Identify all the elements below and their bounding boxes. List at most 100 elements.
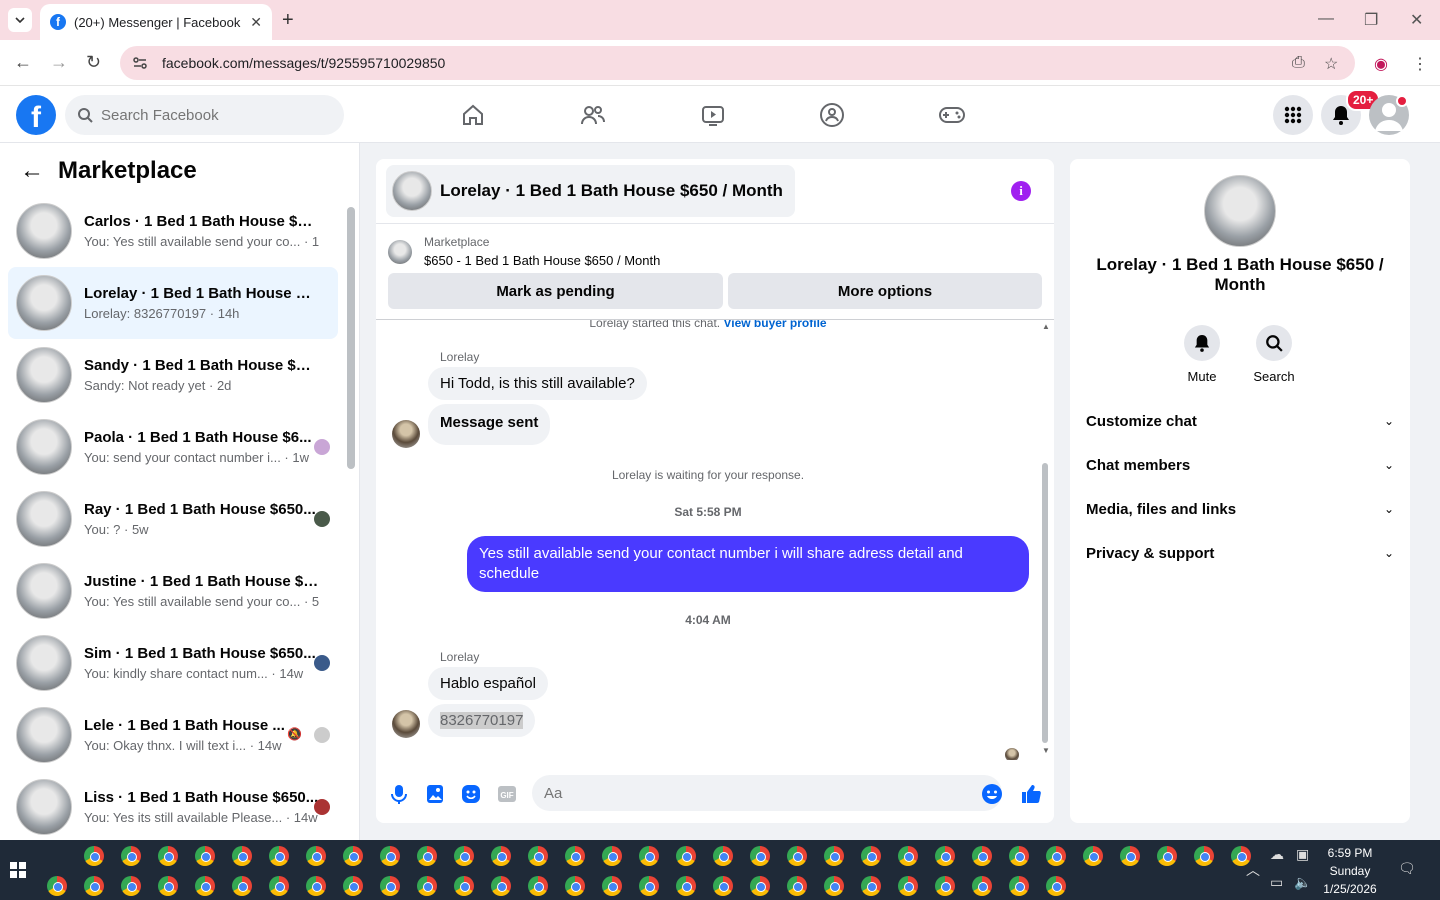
incoming-message[interactable]: Message sent [428, 404, 551, 445]
profile-icon[interactable]: ◉ [1374, 54, 1388, 74]
conversation-item[interactable]: Lele · 1 Bed 1 Bath House ... You: Okay t… [8, 699, 338, 771]
chat-members-menu[interactable]: Chat members ⌄ [1086, 443, 1394, 487]
facebook-logo[interactable]: f [16, 95, 56, 135]
chrome-window-icon[interactable] [121, 876, 141, 896]
chrome-window-icon[interactable] [47, 876, 67, 896]
chrome-window-icon[interactable] [232, 846, 252, 866]
back-icon[interactable]: ← [14, 52, 32, 73]
chrome-window-icon[interactable] [861, 876, 881, 896]
browser-tab[interactable]: f (20+) Messenger | Facebook ✕ [40, 4, 272, 40]
chrome-window-icon[interactable] [565, 876, 585, 896]
tab-search-button[interactable] [8, 8, 32, 32]
onedrive-icon[interactable]: ☁ [1270, 846, 1284, 863]
search-chat-button[interactable]: Search [1244, 325, 1304, 384]
chrome-window-icon[interactable] [972, 876, 992, 896]
search-input[interactable] [101, 106, 321, 124]
chrome-window-icon[interactable] [84, 846, 104, 866]
chrome-window-icon[interactable] [121, 846, 141, 866]
chrome-window-icon[interactable] [417, 876, 437, 896]
chrome-window-icon[interactable] [454, 846, 474, 866]
chrome-window-icon[interactable] [491, 876, 511, 896]
chrome-window-icon[interactable] [861, 846, 881, 866]
meet-icon[interactable]: ▣ [1296, 846, 1309, 863]
install-app-icon[interactable]: ⎙ [1292, 54, 1305, 72]
new-tab-button[interactable]: + [282, 8, 294, 32]
chrome-window-icon[interactable] [158, 846, 178, 866]
chrome-window-icon[interactable] [824, 846, 844, 866]
photo-icon[interactable] [424, 783, 446, 805]
chrome-window-icon[interactable] [713, 846, 733, 866]
chrome-window-icon[interactable] [1009, 876, 1029, 896]
notification-center-icon[interactable]: 🗨 [1398, 860, 1416, 877]
outgoing-message[interactable]: Yes still available send your contact nu… [467, 536, 1029, 592]
chrome-window-icon[interactable] [195, 876, 215, 896]
listing-summary[interactable]: Marketplace $650 - 1 Bed 1 Bath House $6… [388, 235, 660, 268]
chrome-window-icon[interactable] [565, 846, 585, 866]
chrome-window-icon[interactable] [824, 876, 844, 896]
conversation-item[interactable]: Sim · 1 Bed 1 Bath House $650... You: kin… [8, 627, 338, 699]
chrome-window-icon[interactable] [528, 876, 548, 896]
chrome-window-icon[interactable] [528, 846, 548, 866]
chrome-window-icon[interactable] [639, 876, 659, 896]
chrome-window-icon[interactable] [935, 846, 955, 866]
chrome-window-icon[interactable] [602, 876, 622, 896]
chat-scroll-thumb[interactable] [1042, 463, 1048, 743]
chrome-window-icon[interactable] [639, 846, 659, 866]
listing-thumbnail[interactable] [1204, 175, 1276, 247]
chrome-window-icon[interactable] [380, 846, 400, 866]
privacy-support-menu[interactable]: Privacy & support ⌄ [1086, 531, 1394, 575]
chrome-window-icon[interactable] [676, 876, 696, 896]
more-options-button[interactable]: More options [728, 273, 1042, 309]
forward-icon[interactable]: → [50, 52, 68, 73]
browser-menu-icon[interactable]: ⋮ [1412, 54, 1428, 74]
facebook-search[interactable] [65, 95, 344, 135]
list-scrollbar[interactable] [347, 207, 355, 469]
home-icon[interactable] [459, 101, 487, 129]
conversation-item[interactable]: Carlos · 1 Bed 1 Bath House $650... You: … [8, 195, 338, 267]
chrome-window-icon[interactable] [454, 876, 474, 896]
windows-start-icon[interactable] [10, 862, 26, 878]
sticker-icon[interactable] [460, 783, 482, 805]
message-input[interactable] [544, 784, 944, 802]
gif-icon[interactable]: GIF [496, 783, 518, 805]
thumbs-up-icon[interactable] [1020, 783, 1042, 805]
conversation-item[interactable]: Sandy · 1 Bed 1 Bath House $650... Sandy:… [8, 339, 338, 411]
groups-icon[interactable] [818, 101, 846, 129]
chrome-window-icon[interactable] [898, 846, 918, 866]
close-tab-icon[interactable]: ✕ [250, 14, 262, 31]
chrome-window-icon[interactable] [1120, 846, 1140, 866]
chrome-window-icon[interactable] [491, 846, 511, 866]
mute-button[interactable]: Mute [1172, 325, 1232, 384]
sender-avatar[interactable] [392, 710, 420, 738]
gaming-icon[interactable] [938, 101, 966, 129]
reload-icon[interactable]: ↻ [86, 52, 101, 73]
show-hidden-icons[interactable]: ︿ [1246, 860, 1260, 880]
clock[interactable]: 6:59 PM Sunday 1/25/2026 [1320, 844, 1380, 898]
customize-chat-menu[interactable]: Customize chat ⌄ [1086, 399, 1394, 443]
incoming-message[interactable]: Hablo español [428, 667, 548, 700]
chrome-window-icon[interactable] [1157, 846, 1177, 866]
chrome-window-icon[interactable] [380, 876, 400, 896]
microphone-icon[interactable] [388, 783, 410, 805]
omnibox[interactable]: facebook.com/messages/t/925595710029850 [120, 46, 1355, 80]
conversation-item[interactable]: Liss · 1 Bed 1 Bath House $650... You: Ye… [8, 771, 338, 843]
sender-avatar[interactable] [392, 420, 420, 448]
chrome-window-icon[interactable] [269, 846, 289, 866]
chrome-window-icon[interactable] [787, 876, 807, 896]
chrome-window-icon[interactable] [269, 876, 289, 896]
back-arrow-icon[interactable]: ← [20, 157, 44, 185]
chrome-window-icon[interactable] [306, 846, 326, 866]
chrome-window-icon[interactable] [935, 876, 955, 896]
chrome-window-icon[interactable] [343, 846, 363, 866]
chrome-window-icon[interactable] [1083, 846, 1103, 866]
close-window-icon[interactable]: ✕ [1410, 10, 1423, 30]
emoji-icon[interactable] [981, 783, 1003, 805]
chrome-window-icon[interactable] [787, 846, 807, 866]
video-icon[interactable] [699, 101, 727, 129]
chrome-window-icon[interactable] [750, 876, 770, 896]
chrome-window-icon[interactable] [713, 876, 733, 896]
media-files-menu[interactable]: Media, files and links ⌄ [1086, 487, 1394, 531]
chrome-window-icon[interactable] [750, 846, 770, 866]
chrome-window-icon[interactable] [343, 876, 363, 896]
chrome-window-icon[interactable] [306, 876, 326, 896]
